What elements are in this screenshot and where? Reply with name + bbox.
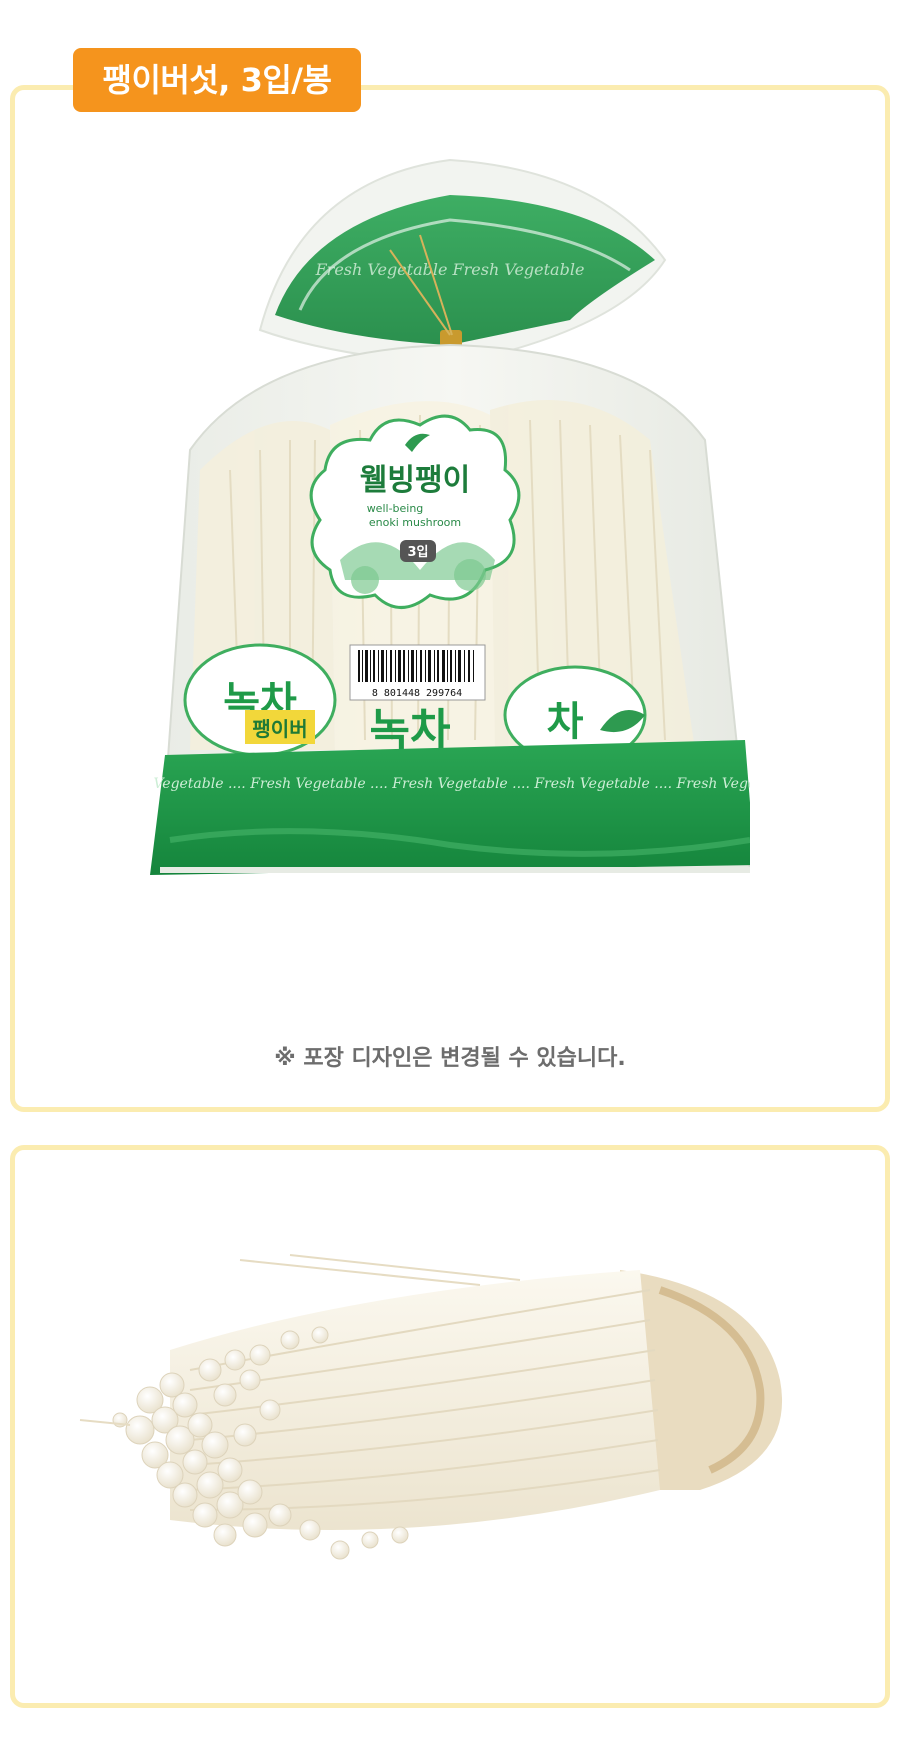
svg-text:차: 차 [547,699,584,745]
enoki-illustration [79,1254,783,1560]
mushroom-image [60,1230,800,1610]
count-label: 3입 [407,545,428,560]
barcode-number: 8 801448 299764 [372,688,462,699]
top-band-text: Fresh Vegetable Fresh Vegetable [315,260,585,279]
brand-english-line1: well-being [367,502,424,515]
packaging-notice: ※ 포장 디자인은 변경될 수 있습니다. [274,1046,626,1071]
barcode: 8 801448 299764 [349,644,486,701]
brand-english-line2: enoki mushroom [369,516,461,529]
product-title-badge: 팽이버섯, 3입/봉 [73,48,361,112]
brand-label: 웰빙팽이 well-being enoki mushroom 3입 [309,414,521,609]
brand-korean: 웰빙팽이 [360,463,470,498]
band-text: Fresh Vegetable .... Fresh Vegetable ...… [150,776,750,792]
package-illustration: Fresh Vegetable Fresh Vegetable 웰빙팽이 wel… [107,158,792,875]
package-image: Fresh Vegetable Fresh Vegetable 웰빙팽이 wel… [107,140,792,970]
svg-text:팽이버: 팽이버 [252,717,307,741]
